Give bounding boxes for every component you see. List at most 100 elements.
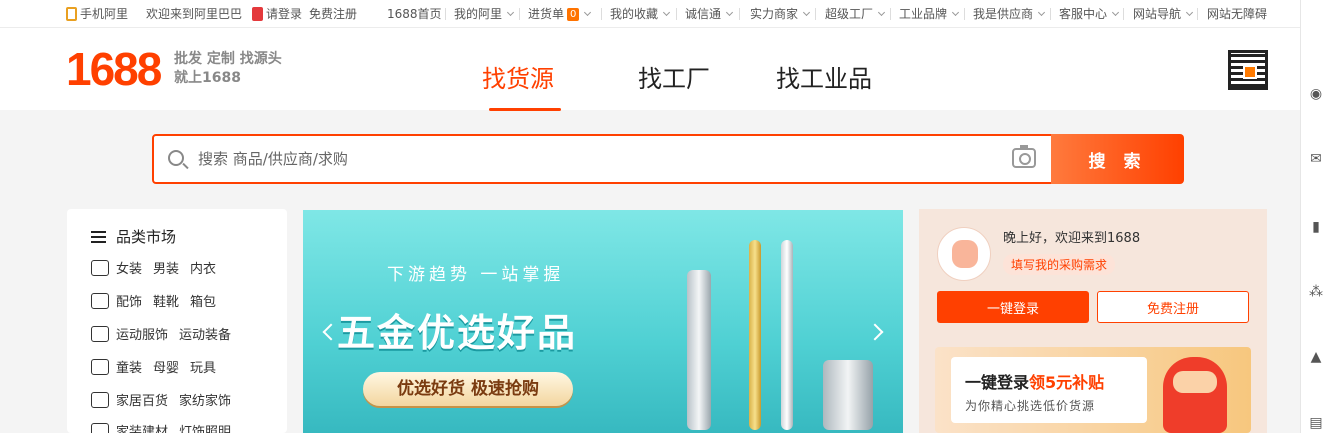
- divider: [445, 8, 446, 20]
- login-link[interactable]: 请登录: [266, 6, 302, 22]
- search-button[interactable]: 搜 索: [1051, 134, 1184, 184]
- purchase-request-link[interactable]: 填写我的采购需求: [1003, 254, 1116, 275]
- category-link[interactable]: 箱包: [190, 291, 216, 310]
- industrial-brand-label: 工业品牌: [899, 7, 948, 21]
- divider: [676, 8, 677, 20]
- chevron-down-icon: [725, 8, 734, 17]
- mobile-alibaba-link[interactable]: 手机阿里: [66, 6, 128, 22]
- chevron-down-icon: [584, 8, 592, 17]
- divider: [601, 8, 602, 20]
- category-link[interactable]: 灯饰照明: [179, 421, 231, 433]
- one-click-login-button[interactable]: 一键登录: [937, 291, 1089, 323]
- register-button[interactable]: 免费注册: [1097, 291, 1249, 323]
- message-icon[interactable]: ✉: [1309, 152, 1323, 166]
- faucet-decoration: [687, 270, 711, 430]
- category-link[interactable]: 鞋靴: [153, 291, 179, 310]
- lamp-icon: [91, 422, 109, 433]
- feedback-icon[interactable]: ▤: [1309, 416, 1323, 430]
- category-row: 家装建材 灯饰照明: [91, 421, 242, 433]
- promo-prefix: 一键登录: [965, 373, 1030, 392]
- category-link[interactable]: 运动服饰: [116, 324, 168, 343]
- chevron-down-icon: [1111, 8, 1120, 17]
- divider: [1197, 8, 1198, 20]
- purchase-count-badge: 0: [567, 7, 580, 21]
- trust-label: 诚信通: [685, 7, 722, 21]
- chevron-down-icon: [951, 8, 960, 17]
- category-link[interactable]: 玩具: [190, 357, 216, 376]
- category-link[interactable]: 内衣: [190, 258, 216, 277]
- search-icon: [168, 150, 184, 166]
- site-logo[interactable]: 1688: [66, 42, 162, 96]
- trust-menu[interactable]: 诚信通: [685, 6, 734, 22]
- supplier-menu[interactable]: 我是供应商: [973, 6, 1046, 22]
- category-title-label: 品类市场: [116, 228, 177, 246]
- favorites-menu[interactable]: 我的收藏: [610, 6, 671, 22]
- phone-icon: [66, 7, 77, 21]
- category-row: 运动服饰 运动装备: [91, 324, 242, 343]
- my-alibaba-menu[interactable]: 我的阿里: [454, 6, 515, 22]
- category-link[interactable]: 运动装备: [179, 324, 231, 343]
- tab-find-factory[interactable]: 找工厂: [638, 62, 710, 96]
- help-icon[interactable]: ◉: [1309, 87, 1323, 101]
- super-factory-label: 超级工厂: [825, 7, 874, 21]
- site-nav-menu[interactable]: 网站导航: [1133, 6, 1194, 22]
- category-link[interactable]: 家纺家饰: [179, 390, 231, 409]
- banner-title: 五金优选好品: [337, 311, 578, 355]
- slogan-line-2: 就上1688: [174, 70, 241, 86]
- category-title: 品类市场: [91, 226, 176, 247]
- category-link[interactable]: 家居百货: [116, 390, 168, 409]
- my-alibaba-label: 我的阿里: [454, 7, 503, 21]
- category-row: 女装 男装 内衣: [91, 258, 227, 277]
- tab-find-goods[interactable]: 找货源: [482, 62, 554, 96]
- handle-decoration: [781, 240, 793, 430]
- category-link[interactable]: 男装: [153, 258, 179, 277]
- tab-find-industrial[interactable]: 找工业品: [776, 62, 872, 96]
- super-factory-menu[interactable]: 超级工厂: [825, 6, 886, 22]
- chevron-down-icon: [662, 8, 671, 17]
- site-header: 1688 批发 定制 找源头 就上1688 找货源 找工厂 找工业品: [0, 28, 1300, 111]
- login-icon: [252, 7, 263, 21]
- register-link[interactable]: 免费注册: [309, 6, 357, 22]
- purchase-list-menu[interactable]: 进货单 0: [528, 6, 592, 22]
- category-link[interactable]: 母婴: [153, 357, 179, 376]
- category-row: 家居百货 家纺家饰: [91, 390, 242, 409]
- bookmark-icon[interactable]: ▮: [1309, 220, 1323, 234]
- slogan: 批发 定制 找源头 就上1688: [174, 50, 282, 88]
- notification-icon[interactable]: ▲: [1309, 350, 1323, 364]
- divider: [1050, 8, 1051, 20]
- divider: [739, 8, 740, 20]
- home-icon: [91, 391, 109, 408]
- active-tab-indicator: [489, 108, 561, 111]
- banner-cta[interactable]: 优选好货 极速抢购: [363, 372, 573, 406]
- chevron-down-icon: [1037, 8, 1046, 17]
- home-link[interactable]: 1688首页: [387, 6, 442, 22]
- login-promo-card[interactable]: 一键登录领5元补贴 为你精心挑选低价货源: [935, 347, 1251, 433]
- category-row: 配饰 鞋靴 箱包: [91, 291, 227, 310]
- user-panel: 晚上好，欢迎来到1688 填写我的采购需求 一键登录 免费注册 一键登录领5元补…: [919, 209, 1267, 433]
- merchants-menu[interactable]: 实力商家: [750, 6, 811, 22]
- category-row: 童装 母婴 玩具: [91, 357, 227, 376]
- footprint-icon[interactable]: ⁂: [1309, 285, 1323, 299]
- service-center-menu[interactable]: 客服中心: [1059, 6, 1120, 22]
- promo-subline: 为你精心挑选低价货源: [965, 399, 1096, 413]
- accessibility-link[interactable]: 网站无障碍: [1207, 6, 1267, 22]
- category-link[interactable]: 女装: [116, 258, 142, 277]
- chevron-right-icon[interactable]: [866, 323, 884, 341]
- promo-highlight: 领5元补贴: [1029, 373, 1105, 392]
- category-link[interactable]: 配饰: [116, 291, 142, 310]
- search-bar: 搜 索: [152, 134, 1184, 184]
- category-link[interactable]: 家装建材: [116, 421, 168, 433]
- purchase-list-label: 进货单: [528, 7, 565, 21]
- supplier-label: 我是供应商: [973, 7, 1034, 21]
- qr-code[interactable]: [1228, 50, 1268, 90]
- promo-banner[interactable]: 下游趋势 一站掌握 五金优选好品 优选好货 极速抢购: [303, 210, 903, 433]
- camera-icon[interactable]: [1012, 145, 1036, 168]
- chevron-down-icon: [506, 8, 515, 17]
- slogan-line-1: 批发 定制 找源头: [174, 51, 282, 67]
- banner-subtitle: 下游趋势 一站掌握: [387, 265, 565, 285]
- search-input[interactable]: [198, 146, 998, 172]
- divider: [519, 8, 520, 20]
- welcome-text: 欢迎来到阿里巴巴: [146, 7, 243, 21]
- industrial-brand-menu[interactable]: 工业品牌: [899, 6, 960, 22]
- category-link[interactable]: 童装: [116, 357, 142, 376]
